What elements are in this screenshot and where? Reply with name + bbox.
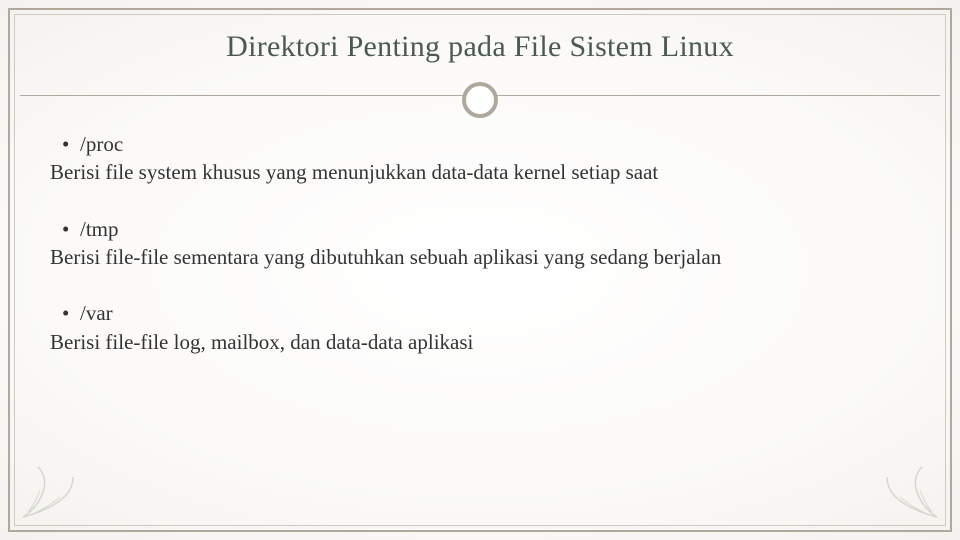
- corner-ornament-icon: [18, 452, 88, 522]
- directory-name: /tmp: [80, 217, 119, 241]
- bullet-line: •/var: [50, 299, 910, 327]
- slide: Direktori Penting pada File Sistem Linux…: [0, 0, 960, 540]
- list-item: •/tmp Berisi file-file sementara yang di…: [50, 215, 910, 272]
- directory-name: /var: [80, 301, 113, 325]
- bullet-line: •/proc: [50, 130, 910, 158]
- bullet-icon: •: [62, 130, 80, 158]
- bullet-icon: •: [62, 299, 80, 327]
- bullet-line: •/tmp: [50, 215, 910, 243]
- directory-description: Berisi file system khusus yang menunjukk…: [50, 158, 910, 186]
- content-area: •/proc Berisi file system khusus yang me…: [50, 130, 910, 384]
- directory-name: /proc: [80, 132, 123, 156]
- title-ornament-circle: [462, 82, 498, 118]
- list-item: •/var Berisi file-file log, mailbox, dan…: [50, 299, 910, 356]
- directory-description: Berisi file-file log, mailbox, dan data-…: [50, 328, 910, 356]
- bullet-icon: •: [62, 215, 80, 243]
- list-item: •/proc Berisi file system khusus yang me…: [50, 130, 910, 187]
- directory-description: Berisi file-file sementara yang dibutuhk…: [50, 243, 910, 271]
- slide-title: Direktori Penting pada File Sistem Linux: [0, 30, 960, 64]
- corner-ornament-icon: [872, 452, 942, 522]
